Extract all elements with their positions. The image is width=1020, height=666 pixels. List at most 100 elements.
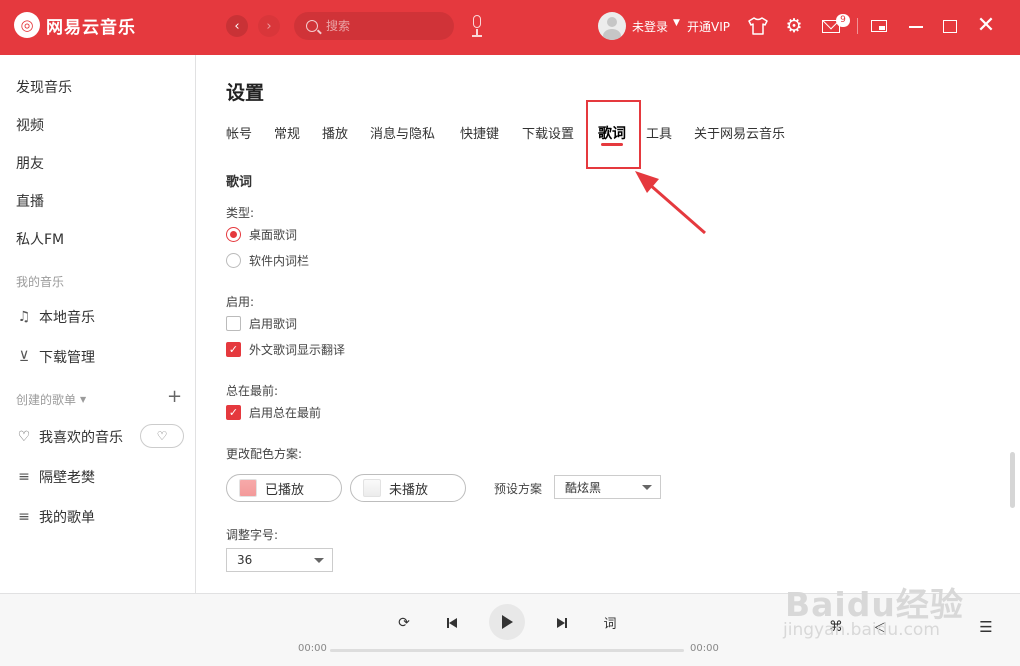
- app-logo[interactable]: ◎ 网易云音乐: [14, 12, 136, 38]
- type-label: 类型:: [226, 206, 255, 220]
- annotation-highlight-box: [586, 100, 641, 169]
- title-bar: ◎ 网易云音乐 ‹ › 未登录 ▼ 开通VIP ⚙ 9 ✕: [0, 0, 1020, 55]
- playlist-icon: ≡: [18, 469, 30, 485]
- skin-icon[interactable]: [747, 15, 769, 37]
- loop-icon[interactable]: ⟳: [395, 614, 413, 632]
- login-status[interactable]: 未登录: [632, 18, 668, 35]
- forward-button[interactable]: ›: [258, 15, 280, 37]
- radio-button[interactable]: [226, 227, 241, 242]
- enable-label: 启用:: [226, 295, 255, 309]
- tab-messages-privacy[interactable]: 消息与隐私: [370, 123, 435, 142]
- tab-tools[interactable]: 工具: [646, 123, 672, 142]
- back-button[interactable]: ‹: [226, 15, 248, 37]
- microphone-icon[interactable]: [470, 14, 484, 38]
- avatar[interactable]: [598, 12, 626, 40]
- app-name: 网易云音乐: [46, 17, 136, 38]
- option-label: 外文歌词显示翻译: [249, 343, 346, 357]
- font-size-label: 调整字号:: [226, 528, 279, 542]
- sidebar-item-live[interactable]: 直播: [16, 191, 44, 211]
- music-note-icon: ♫: [17, 309, 31, 325]
- created-playlists-header[interactable]: 创建的歌单 ▼: [16, 391, 86, 408]
- option-label: 软件内词栏: [249, 254, 310, 268]
- watermark-brand: Baidu经验: [785, 585, 964, 624]
- preset-value: 酷炫黑: [565, 480, 602, 495]
- checkbox[interactable]: [226, 316, 241, 331]
- minimize-button[interactable]: [905, 15, 927, 37]
- search-input[interactable]: [326, 19, 446, 33]
- caret-down-icon: ▼: [80, 395, 87, 404]
- color-swatch: [239, 479, 257, 497]
- checkbox-enable-lyrics[interactable]: 启用歌词: [226, 315, 297, 332]
- app-window: ◎ 网易云音乐 ‹ › 未登录 ▼ 开通VIP ⚙ 9 ✕ 发现音乐 视频 朋友…: [0, 0, 1020, 666]
- sidebar-item-playlist[interactable]: ≡ 隔壁老樊: [16, 467, 95, 487]
- next-track-icon[interactable]: [553, 614, 571, 632]
- color-scheme-label: 更改配色方案:: [226, 447, 303, 461]
- tab-playback[interactable]: 播放: [322, 123, 348, 142]
- maximize-button[interactable]: [939, 15, 961, 37]
- sidebar-item-liked-music[interactable]: ♡ 我喜欢的音乐: [16, 427, 123, 447]
- heart-mode-button[interactable]: ♡: [140, 424, 184, 448]
- sidebar-item-friends[interactable]: 朋友: [16, 153, 44, 173]
- mini-mode-icon[interactable]: [868, 15, 890, 37]
- button-label: 已播放: [265, 482, 305, 498]
- checkbox-translate-lyrics[interactable]: ✓ 外文歌词显示翻译: [226, 341, 345, 358]
- tab-account[interactable]: 帐号: [226, 123, 252, 142]
- section-title-lyrics: 歌词: [226, 175, 253, 190]
- close-button[interactable]: ✕: [975, 15, 997, 37]
- font-size-select[interactable]: 36: [226, 548, 333, 572]
- settings-page: 设置 帐号 常规 播放 消息与隐私 快捷键 下载设置 歌词 工具 关于网易云音乐…: [197, 55, 1007, 593]
- heart-icon: ♡: [17, 429, 31, 445]
- option-label: 启用总在最前: [249, 406, 322, 420]
- checkbox[interactable]: ✓: [226, 405, 241, 420]
- sidebar-item-playlist[interactable]: ≡ 我的歌单: [16, 507, 95, 527]
- sidebar: 发现音乐 视频 朋友 直播 私人FM 我的音乐 ♫ 本地音乐 ⊻ 下载管理 创建…: [0, 55, 196, 593]
- tab-about[interactable]: 关于网易云音乐: [694, 123, 785, 142]
- played-color-button[interactable]: 已播放: [226, 474, 342, 502]
- sidebar-item-local-music[interactable]: ♫ 本地音乐: [16, 307, 95, 327]
- add-playlist-icon[interactable]: +: [167, 386, 182, 407]
- radio-desktop-lyrics[interactable]: 桌面歌词: [226, 226, 297, 243]
- chevron-down-icon: [642, 485, 652, 490]
- play-button[interactable]: [489, 604, 525, 640]
- search-box[interactable]: [294, 12, 454, 40]
- sidebar-item-label: 本地音乐: [39, 310, 95, 326]
- scrollbar-thumb[interactable]: [1010, 452, 1015, 508]
- checkbox[interactable]: ✓: [226, 342, 241, 357]
- sidebar-item-label: 我喜欢的音乐: [39, 430, 123, 446]
- radio-in-app-lyrics[interactable]: 软件内词栏: [226, 252, 309, 269]
- unplayed-color-button[interactable]: 未播放: [350, 474, 466, 502]
- option-label: 桌面歌词: [249, 228, 298, 242]
- vip-link[interactable]: 开通VIP: [687, 18, 730, 35]
- tab-download-settings[interactable]: 下载设置: [522, 123, 574, 142]
- progress-bar[interactable]: [330, 649, 684, 652]
- sidebar-item-downloads[interactable]: ⊻ 下载管理: [16, 347, 95, 367]
- caret-down-icon[interactable]: ▼: [673, 18, 680, 28]
- sidebar-item-fm[interactable]: 私人FM: [16, 229, 64, 249]
- checkbox-always-on-top[interactable]: ✓ 启用总在最前: [226, 404, 321, 421]
- sidebar-item-video[interactable]: 视频: [16, 115, 44, 135]
- tab-general[interactable]: 常规: [274, 123, 300, 142]
- option-label: 启用歌词: [249, 317, 298, 331]
- my-music-header: 我的音乐: [16, 275, 65, 289]
- color-swatch: [363, 479, 381, 497]
- preset-select[interactable]: 酷炫黑: [554, 475, 661, 499]
- previous-track-icon[interactable]: [443, 614, 461, 632]
- gear-icon[interactable]: ⚙: [783, 15, 805, 37]
- playlist-queue-icon[interactable]: ☰: [976, 618, 996, 636]
- sidebar-item-discover[interactable]: 发现音乐: [16, 77, 72, 97]
- current-time: 00:00: [298, 643, 327, 654]
- mail-badge: 9: [836, 14, 850, 27]
- watermark-url: jingyan.baidu.com: [783, 620, 940, 640]
- annotation-arrow-icon: [635, 171, 706, 235]
- radio-button[interactable]: [226, 253, 241, 268]
- font-size-value: 36: [237, 553, 253, 567]
- preset-label: 预设方案: [494, 482, 543, 496]
- button-label: 未播放: [389, 482, 429, 498]
- header-divider: [857, 18, 858, 34]
- tab-shortcuts[interactable]: 快捷键: [460, 123, 499, 142]
- search-icon: [306, 20, 318, 32]
- heart-mode-icon: ♡: [156, 429, 168, 443]
- netease-logo-icon: ◎: [14, 12, 40, 38]
- lyrics-button[interactable]: 词: [601, 613, 619, 632]
- sidebar-item-label: 下载管理: [39, 350, 95, 366]
